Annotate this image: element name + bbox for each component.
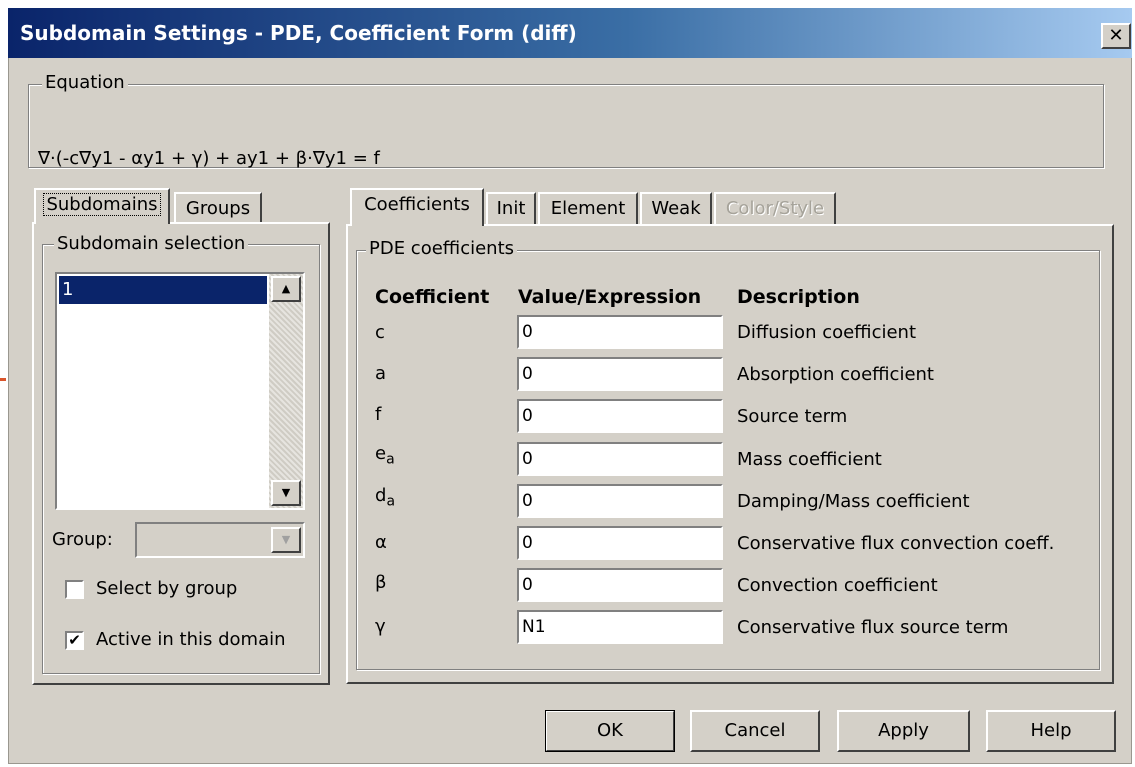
window-title: Subdomain Settings - PDE, Coefficient Fo… <box>20 21 577 45</box>
input-value: 0 <box>522 449 533 469</box>
list-item[interactable]: 1 <box>59 276 267 304</box>
edge-mark <box>0 378 6 381</box>
desc-f: Source term <box>737 406 848 427</box>
coef-f: f <box>375 404 381 425</box>
tab-coefficients[interactable]: Coefficients <box>350 188 484 226</box>
coef-alpha: α <box>375 532 387 553</box>
desc-da: Damping/Mass coefficient <box>737 491 970 512</box>
value-da-input[interactable]: 0 <box>517 484 723 518</box>
value-alpha-input[interactable]: 0 <box>517 526 723 560</box>
coef-symbol: d <box>375 485 387 506</box>
coef-symbol: α <box>375 532 387 553</box>
coef-subscript: a <box>386 493 396 510</box>
tab-label: Coefficients <box>364 194 470 215</box>
select-by-group-checkbox[interactable] <box>65 580 84 599</box>
chevron-up-icon: ▲ <box>281 282 291 295</box>
coef-subscript: a <box>386 451 395 468</box>
coef-symbol: c <box>375 322 385 343</box>
group-label: Group: <box>52 529 113 550</box>
ok-button[interactable]: OK <box>545 710 675 752</box>
value-beta-input[interactable]: 0 <box>517 568 723 602</box>
scrollbar[interactable]: ▲ ▼ <box>269 274 303 508</box>
input-value: 0 <box>522 575 533 595</box>
coef-symbol: γ <box>375 616 386 637</box>
tab-init[interactable]: Init <box>486 192 536 224</box>
input-value: N1 <box>522 617 546 637</box>
header-coefficient: Coefficient <box>375 286 490 308</box>
coef-gamma: γ <box>375 616 386 637</box>
input-value: 0 <box>522 533 533 553</box>
desc-beta: Convection coefficient <box>737 575 938 596</box>
desc-gamma: Conservative flux source term <box>737 617 1009 638</box>
scroll-up-button[interactable]: ▲ <box>271 276 301 302</box>
coef-da: da <box>375 485 395 510</box>
pde-coefficients-legend: PDE coefficients <box>366 238 518 259</box>
coef-symbol: f <box>375 404 382 425</box>
help-label: Help <box>1030 720 1072 741</box>
equation-text: ∇·(-c∇y1 - αy1 + γ) + ay1 + β·∇y1 = f <box>38 148 380 169</box>
value-ea-input[interactable]: 0 <box>517 442 723 476</box>
group-dropdown[interactable]: ▼ <box>135 522 305 558</box>
subdomain-listbox[interactable]: 1 ▲ ▼ <box>55 272 305 510</box>
tab-subdomains[interactable]: Subdomains <box>34 188 170 224</box>
desc-a: Absorption coefficient <box>737 364 934 385</box>
coef-symbol: e <box>375 443 387 464</box>
input-value: 0 <box>522 322 533 342</box>
chevron-down-icon: ▼ <box>281 533 291 546</box>
tab-label: Init <box>496 198 526 219</box>
equation-legend: Equation <box>42 72 128 93</box>
active-in-domain-checkbox[interactable]: ✔ <box>65 631 84 650</box>
tab-label: Subdomains <box>43 193 161 216</box>
desc-c: Diffusion coefficient <box>737 322 917 343</box>
coef-ea: ea <box>375 443 395 468</box>
tab-label: Element <box>550 198 626 219</box>
pde-coefficients-group <box>356 250 1100 670</box>
value-f-input[interactable]: 0 <box>517 399 723 433</box>
desc-alpha: Conservative flux convection coeff. <box>737 533 1055 554</box>
tab-label: Groups <box>185 198 251 219</box>
tab-element[interactable]: Element <box>538 192 638 224</box>
coef-a: a <box>375 363 386 384</box>
close-button[interactable]: ✕ <box>1101 23 1131 49</box>
scroll-down-button[interactable]: ▼ <box>271 480 301 506</box>
dropdown-button[interactable]: ▼ <box>271 527 301 553</box>
cancel-label: Cancel <box>724 720 786 741</box>
list-item-label: 1 <box>62 279 74 300</box>
close-icon: ✕ <box>1108 25 1124 46</box>
header-description: Description <box>737 286 860 308</box>
select-by-group-label: Select by group <box>96 578 238 599</box>
header-value: Value/Expression <box>518 286 702 308</box>
title-bar[interactable]: Subdomain Settings - PDE, Coefficient Fo… <box>8 8 1132 58</box>
value-c-input[interactable]: 0 <box>517 315 723 349</box>
chevron-down-icon: ▼ <box>281 486 291 499</box>
input-value: 0 <box>522 406 533 426</box>
coef-c: c <box>375 322 385 343</box>
active-in-domain-label: Active in this domain <box>96 629 286 650</box>
apply-button[interactable]: Apply <box>837 710 970 752</box>
coef-symbol: β <box>375 572 387 593</box>
subdomain-selection-legend: Subdomain selection <box>54 233 249 254</box>
coef-symbol: a <box>375 363 387 384</box>
value-gamma-input[interactable]: N1 <box>517 610 723 644</box>
value-a-input[interactable]: 0 <box>517 357 723 391</box>
tab-color-style[interactable]: Color/Style <box>714 192 836 224</box>
coef-beta: β <box>375 572 387 593</box>
apply-label: Apply <box>878 720 929 741</box>
tab-groups[interactable]: Groups <box>174 192 262 224</box>
tab-label: Weak <box>651 198 701 219</box>
tab-weak[interactable]: Weak <box>640 192 712 224</box>
input-value: 0 <box>522 364 533 384</box>
ok-label: OK <box>597 720 623 741</box>
desc-ea: Mass coefficient <box>737 449 882 470</box>
tab-label: Color/Style <box>725 198 825 219</box>
cancel-button[interactable]: Cancel <box>690 710 820 752</box>
checkmark-icon: ✔ <box>68 631 81 649</box>
help-button[interactable]: Help <box>986 710 1116 752</box>
input-value: 0 <box>522 491 533 511</box>
